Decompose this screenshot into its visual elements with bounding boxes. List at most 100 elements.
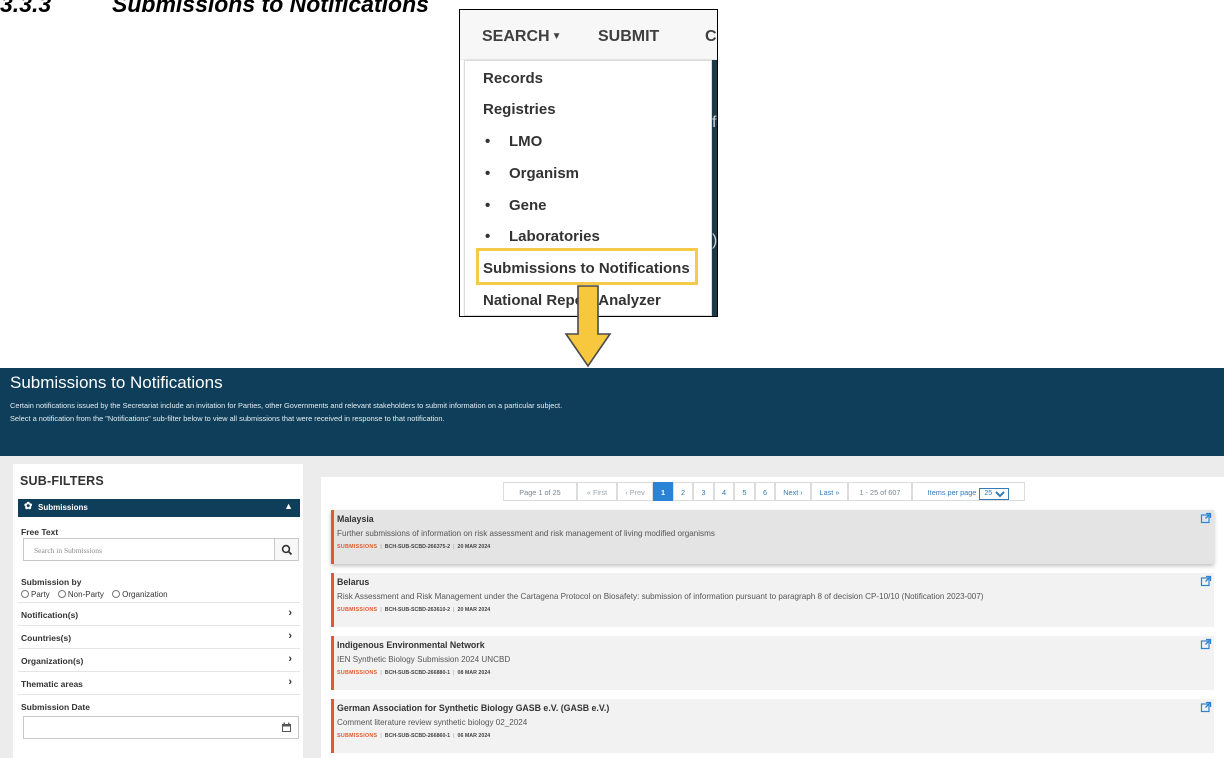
document-heading: 3.3.3 Submissions to Notifications <box>0 0 429 18</box>
nav-next-partial[interactable]: C <box>705 28 717 46</box>
meta-separator: | <box>380 733 382 739</box>
menu-item-organism[interactable]: • Organism <box>485 165 579 182</box>
external-link-icon[interactable] <box>1200 512 1212 524</box>
result-description: Comment literature review synthetic biol… <box>337 718 528 727</box>
search-icon <box>281 544 292 556</box>
result-description: Risk Assessment and Risk Management unde… <box>337 592 984 601</box>
meta-separator: | <box>380 544 382 550</box>
menu-item-laboratories[interactable]: • Laboratories <box>485 228 600 245</box>
radio-organization-label: Organization <box>122 590 168 599</box>
result-description: IEN Synthetic Biology Submission 2024 UN… <box>337 655 511 664</box>
partial-glyph-icon: ) <box>712 232 718 249</box>
result-type-tag: SUBMISSIONS <box>337 607 378 613</box>
prev-page-button[interactable]: ‹ Prev <box>617 482 653 501</box>
result-id: BCH-SUB-SCBD-266860-1 <box>384 733 451 739</box>
page-banner: Submissions to Notifications Certain not… <box>0 368 1224 456</box>
next-page-button[interactable]: Next › <box>775 482 811 501</box>
result-type-tag: SUBMISSIONS <box>337 544 378 550</box>
result-date: 20 MAR 2024 <box>457 607 491 613</box>
menu-item-records[interactable]: Records <box>483 70 543 87</box>
result-id: BCH-SUB-SCBD-266375-2 <box>384 544 451 550</box>
last-page-button[interactable]: Last » <box>811 482 848 501</box>
filter-row-label: Notification(s) <box>21 610 79 620</box>
chevron-right-icon: › <box>288 653 292 665</box>
external-link-icon[interactable] <box>1200 575 1212 587</box>
page-button-2[interactable]: 2 <box>673 482 693 501</box>
filter-row-thematic-areas[interactable]: Thematic areas › <box>18 671 300 693</box>
submission-date-input[interactable] <box>23 716 299 739</box>
result-card[interactable]: Indigenous Environmental Network IEN Syn… <box>331 636 1214 690</box>
radio-party[interactable] <box>21 590 29 598</box>
menu-item-gene-label: Gene <box>509 197 547 214</box>
page-button-1[interactable]: 1 <box>653 482 673 501</box>
search-placeholder: Search in Submissions <box>34 546 102 555</box>
heading-title: Submissions to Notifications <box>112 0 429 17</box>
search-button[interactable] <box>274 539 298 560</box>
menu-item-registries[interactable]: Registries <box>483 101 556 118</box>
radio-non-party[interactable] <box>57 590 66 598</box>
result-card[interactable]: German Association for Synthetic Biology… <box>331 699 1214 753</box>
nav-search[interactable]: SEARCH ▼ <box>482 28 561 46</box>
filter-row-label: Organization(s) <box>21 656 84 666</box>
bullet-icon: • <box>485 228 491 245</box>
page-info: Page 1 of 25 <box>503 482 577 501</box>
radio-organization[interactable] <box>112 590 121 598</box>
submissions-section-header[interactable]: ✿ Submissions ▲ <box>18 499 300 517</box>
menu-item-gene[interactable]: • Gene <box>485 197 547 214</box>
bullet-icon: • <box>485 133 491 150</box>
subfilters-panel: SUB-FILTERS ✿ Submissions ▲ Free Text Se… <box>13 464 303 758</box>
filter-row-label: Thematic areas <box>21 679 83 689</box>
result-title[interactable]: Belarus <box>337 577 369 587</box>
filter-row-notifications[interactable]: Notification(s) › <box>18 602 300 624</box>
radio-party-label: Party <box>31 590 50 599</box>
bullet-icon: • <box>485 165 491 182</box>
nav-search-label: SEARCH <box>482 28 550 45</box>
result-meta: SUBMISSIONS | BCH-SUB-SCBD-266880-1 | 08 MAR… <box>337 670 490 676</box>
meta-separator: | <box>380 607 382 613</box>
down-arrow-icon <box>564 285 612 368</box>
items-per-page-label: Items per page <box>927 488 977 497</box>
caret-down-icon: ▼ <box>551 31 562 43</box>
top-navbar: SEARCH ▼ SUBMIT C <box>460 10 717 60</box>
filter-row-countries[interactable]: Countries(s) › <box>18 625 300 647</box>
submission-by-label: Submission by <box>21 577 82 587</box>
result-card[interactable]: Malaysia Further submissions of informat… <box>331 510 1214 564</box>
first-page-button[interactable]: « First <box>577 482 617 501</box>
result-title[interactable]: German Association for Synthetic Biology… <box>337 703 609 713</box>
submissions-section-label: Submissions <box>38 503 88 512</box>
page-button-4[interactable]: 4 <box>714 482 734 501</box>
calendar-button[interactable] <box>274 717 298 738</box>
subfilters-title: SUB-FILTERS <box>20 474 104 488</box>
search-input[interactable]: Search in Submissions <box>23 538 299 561</box>
items-per-page-select[interactable]: 25 <box>979 487 1010 500</box>
meta-separator: | <box>380 670 382 676</box>
page-button-5[interactable]: 5 <box>734 482 755 501</box>
background-page-strip: f ) <box>712 60 718 316</box>
result-date: 20 MAR 2024 <box>457 544 491 550</box>
page-button-3[interactable]: 3 <box>693 482 714 501</box>
menu-item-lmo-label: LMO <box>509 133 543 150</box>
result-id: BCH-SUB-SCBD-263610-2 <box>384 607 451 613</box>
meta-separator: | <box>453 607 455 613</box>
external-link-icon[interactable] <box>1200 638 1212 650</box>
page-title: Submissions to Notifications <box>10 373 223 392</box>
result-meta: SUBMISSIONS | BCH-SUB-SCBD-266375-2 | 20 MAR… <box>337 544 490 550</box>
result-title[interactable]: Malaysia <box>337 514 374 524</box>
result-date: 06 MAR 2024 <box>457 733 491 739</box>
nav-submit[interactable]: SUBMIT <box>598 28 659 46</box>
partial-glyph-icon: f <box>712 114 717 131</box>
radio-non-party-label: Non-Party <box>67 590 104 599</box>
menu-item-lmo[interactable]: • LMO <box>485 133 542 150</box>
bullet-icon: • <box>485 197 491 214</box>
result-card[interactable]: Belarus Risk Assessment and Risk Managem… <box>331 573 1214 627</box>
page-description-line-1: Certain notifications issued by the Secr… <box>10 401 563 410</box>
filter-row-label: Countries(s) <box>21 633 72 643</box>
submission-date-label: Submission Date <box>21 702 90 712</box>
gear-icon: ✿ <box>24 501 33 512</box>
result-title[interactable]: Indigenous Environmental Network <box>337 640 485 650</box>
page-button-6[interactable]: 6 <box>755 482 775 501</box>
external-link-icon[interactable] <box>1200 701 1212 713</box>
submission-by-radios: Party Non-Party Organization <box>21 590 168 599</box>
result-date: 08 MAR 2024 <box>457 670 491 676</box>
filter-row-organizations[interactable]: Organization(s) › <box>18 648 300 670</box>
